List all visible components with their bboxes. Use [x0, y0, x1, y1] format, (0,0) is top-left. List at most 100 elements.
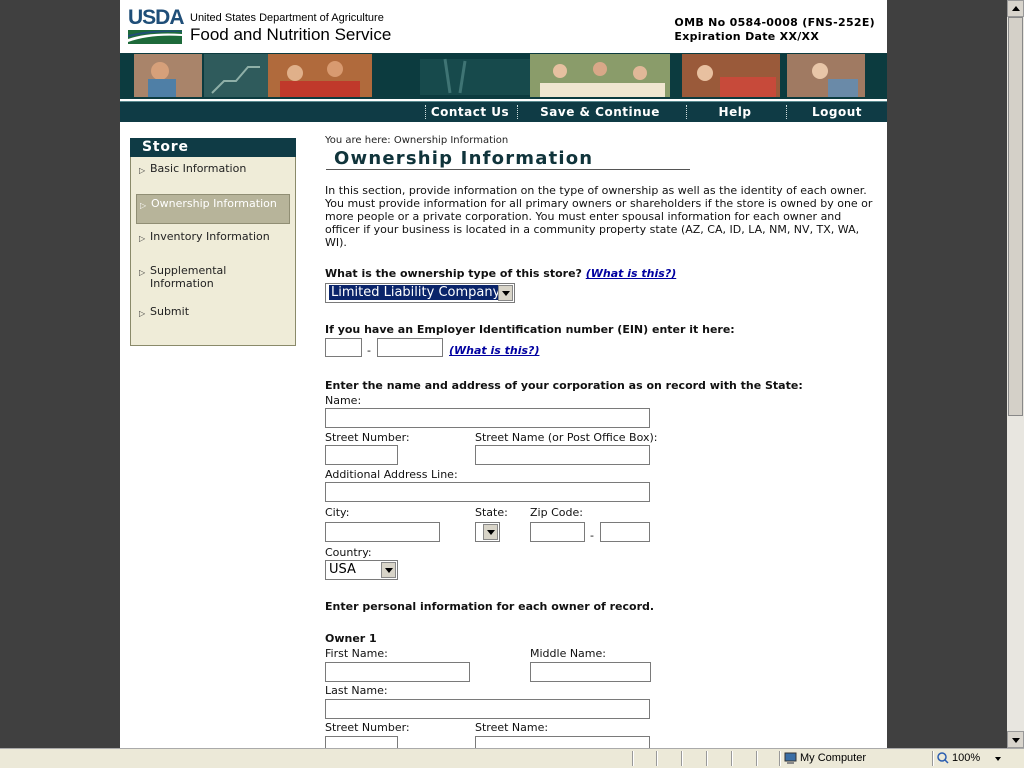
status-pane	[731, 751, 733, 766]
personal-info-question: Enter personal information for each owne…	[325, 600, 655, 613]
nav-save-continue[interactable]: Save & Continue Later	[520, 102, 680, 139]
chevron-down-icon[interactable]	[483, 524, 498, 540]
corp-name-input[interactable]	[325, 408, 650, 428]
nav-help[interactable]: Help	[690, 102, 780, 122]
owner-street-number-label: Street Number:	[325, 721, 410, 734]
sidebar-item-inventory-information[interactable]: ▷ Inventory Information	[136, 230, 290, 243]
first-name-input[interactable]	[325, 662, 470, 682]
additional-address-input[interactable]	[325, 482, 650, 502]
ein-what-is-this-link[interactable]: (What is this?)	[449, 344, 539, 357]
corp-name-label: Name:	[325, 394, 362, 407]
ein-prefix-input[interactable]	[325, 338, 362, 357]
owner-1-heading: Owner 1	[325, 632, 377, 645]
country-label: Country:	[325, 546, 372, 559]
country-value: USA	[329, 562, 356, 577]
security-zone-label: My Computer	[800, 752, 867, 764]
nav-separator	[786, 105, 787, 119]
ein-dash: -	[367, 344, 371, 357]
country-select[interactable]: USA	[325, 560, 398, 580]
corporation-question: Enter the name and address of your corpo…	[325, 379, 803, 392]
ownership-type-select[interactable]: Limited Liability Company	[325, 283, 515, 303]
city-label: City:	[325, 506, 350, 519]
sidebar-item-label: Supplemental Information	[150, 264, 227, 290]
ownership-what-is-this-link[interactable]: (What is this?)	[586, 267, 676, 280]
triangle-right-icon: ▷	[139, 268, 146, 277]
nav-logout[interactable]: Logout	[792, 102, 882, 122]
owner-street-number-input[interactable]	[325, 736, 398, 748]
page-title: Ownership Information	[334, 148, 594, 169]
sidebar-item-label: Basic Information	[150, 162, 247, 175]
ein-question: If you have an Employer Identification n…	[325, 323, 735, 336]
status-pane	[706, 751, 708, 766]
intro-text: In this section, provide information on …	[325, 184, 873, 249]
omb-number: OMB No 0584-0008 (FNS-252E)	[674, 16, 875, 29]
last-name-label: Last Name:	[325, 684, 388, 697]
sidebar-item-label: Submit	[150, 305, 190, 318]
middle-name-input[interactable]	[530, 662, 651, 682]
sidebar-item-submit[interactable]: ▷ Submit	[136, 305, 290, 318]
banner-photos-image	[120, 53, 887, 99]
nav-contact-us[interactable]: Contact Us	[430, 102, 510, 122]
chevron-down-icon[interactable]	[498, 285, 513, 301]
street-name-label: Street Name (or Post Office Box):	[475, 431, 658, 444]
page: USDA United States Department of Agricul…	[120, 0, 887, 748]
site-header: USDA United States Department of Agricul…	[120, 0, 887, 53]
vertical-scrollbar[interactable]	[1007, 0, 1024, 748]
top-nav: Contact Us Save & Continue Later Help Lo…	[120, 101, 887, 139]
zip-input[interactable]	[530, 522, 585, 542]
my-computer-icon	[784, 752, 797, 764]
scroll-down-button[interactable]	[1007, 731, 1024, 748]
ownership-type-label: What is the ownership type of this store…	[325, 267, 582, 280]
chevron-down-icon[interactable]	[381, 562, 396, 578]
status-pane	[779, 751, 781, 766]
status-pane	[932, 751, 934, 766]
state-label: State:	[475, 506, 508, 519]
last-name-input[interactable]	[325, 699, 650, 719]
state-select[interactable]	[475, 522, 500, 542]
sidebar-item-supplemental-information[interactable]: ▷ Supplemental Information	[136, 264, 290, 290]
sidebar-item-ownership-information[interactable]: ▷ Ownership Information	[136, 194, 290, 224]
scroll-up-button[interactable]	[1007, 0, 1024, 17]
sidebar: Store ▷ Basic Information ▷ Ownership In…	[130, 138, 296, 346]
scrollbar-thumb[interactable]	[1008, 17, 1023, 416]
arrow-up-icon	[1012, 6, 1020, 11]
photo-banner	[120, 53, 887, 99]
sidebar-title: Store	[130, 138, 296, 157]
street-number-label: Street Number:	[325, 431, 410, 444]
zoom-level[interactable]: 100%	[952, 752, 980, 764]
zip-label: Zip Code:	[530, 506, 583, 519]
ownership-type-value: Limited Liability Company	[329, 285, 503, 300]
nav-separator	[425, 105, 426, 119]
first-name-label: First Name:	[325, 647, 388, 660]
arrow-down-icon	[1012, 738, 1020, 743]
breadcrumb: You are here: Ownership Information	[325, 135, 509, 146]
city-input[interactable]	[325, 522, 440, 542]
ownership-type-question: What is the ownership type of this store…	[325, 267, 676, 280]
status-pane	[656, 751, 658, 766]
triangle-right-icon: ▷	[139, 234, 146, 243]
status-pane	[681, 751, 683, 766]
status-bar: My Computer 100%	[0, 748, 1024, 768]
triangle-right-icon: ▷	[140, 201, 147, 210]
usda-logo-text: USDA	[128, 6, 185, 29]
sidebar-item-label: Inventory Information	[150, 230, 270, 243]
middle-name-label: Middle Name:	[530, 647, 606, 660]
street-number-input[interactable]	[325, 445, 398, 465]
additional-address-label: Additional Address Line:	[325, 468, 458, 481]
ein-suffix-input[interactable]	[377, 338, 443, 357]
nav-separator	[517, 105, 518, 119]
chevron-down-icon[interactable]	[995, 757, 1001, 761]
zip-extension-input[interactable]	[600, 522, 650, 542]
title-divider	[326, 169, 690, 170]
expiration-date: Expiration Date XX/XX	[674, 30, 820, 43]
owner-street-name-input[interactable]	[475, 736, 650, 748]
street-name-input[interactable]	[475, 445, 650, 465]
zoom-icon	[937, 752, 949, 764]
status-pane	[756, 751, 758, 766]
owner-street-name-label: Street Name:	[475, 721, 549, 734]
sidebar-item-basic-information[interactable]: ▷ Basic Information	[136, 162, 290, 175]
triangle-right-icon: ▷	[139, 166, 146, 175]
status-pane	[632, 751, 634, 766]
zip-dash: -	[590, 529, 594, 542]
department-name: United States Department of Agriculture	[190, 12, 384, 24]
